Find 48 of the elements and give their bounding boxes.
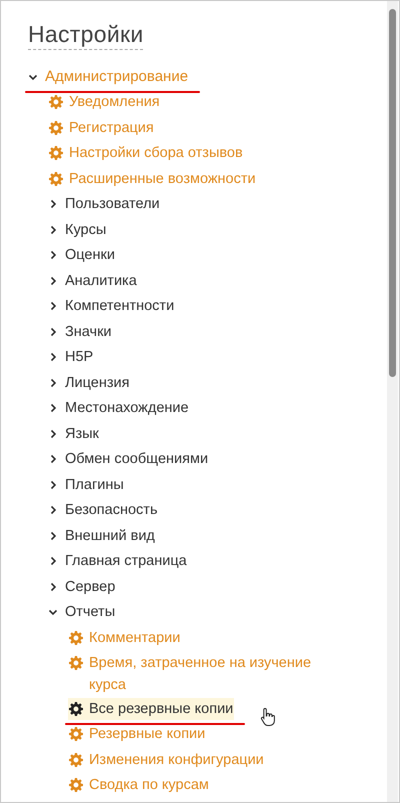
gear-icon bbox=[69, 656, 83, 670]
panel-title: Настройки bbox=[28, 21, 144, 50]
tree-item[interactable]: Значки bbox=[65, 320, 112, 343]
chevron-right-icon[interactable] bbox=[48, 556, 58, 566]
hand-cursor-icon bbox=[260, 707, 276, 728]
tree-item[interactable]: Отчеты bbox=[65, 601, 116, 624]
gear-icon bbox=[69, 752, 83, 767]
chevron-right-icon[interactable] bbox=[48, 301, 58, 312]
gear-icon bbox=[49, 95, 63, 110]
gear-icon bbox=[49, 120, 63, 135]
chevron-right-icon[interactable] bbox=[48, 505, 58, 516]
tree-item[interactable]: Компетентности bbox=[65, 295, 174, 318]
chevron-right-icon[interactable] bbox=[48, 378, 58, 388]
gear-icon bbox=[69, 727, 83, 742]
tree-item[interactable]: Обмен сообщениями bbox=[65, 448, 208, 470]
gear-icon bbox=[49, 172, 63, 186]
tree-item[interactable]: Безопасность bbox=[65, 499, 158, 522]
tree-item[interactable]: Внешний вид bbox=[65, 524, 155, 547]
gear-icon bbox=[69, 702, 83, 716]
tree-item[interactable]: Аналитика bbox=[65, 270, 137, 292]
chevron-right-icon[interactable] bbox=[48, 428, 58, 439]
menu-link[interactable]: Все резервные копии bbox=[68, 698, 234, 720]
scrollbar-thumb[interactable] bbox=[389, 9, 396, 377]
chevron-right-icon[interactable] bbox=[48, 530, 58, 541]
tree-item[interactable]: Курсы bbox=[65, 218, 106, 241]
tree-item[interactable]: Пользователи bbox=[65, 193, 160, 216]
tree-item[interactable]: Оценки bbox=[65, 244, 115, 266]
tree-item[interactable]: Лицензия bbox=[65, 372, 130, 394]
gear-icon bbox=[69, 778, 83, 792]
chevron-right-icon[interactable] bbox=[48, 403, 58, 414]
tree-item[interactable]: Местонахождение bbox=[65, 397, 189, 420]
tree-item[interactable]: Сервер bbox=[65, 576, 116, 598]
chevron-right-icon[interactable] bbox=[48, 480, 58, 490]
chevron-right-icon[interactable] bbox=[48, 199, 58, 210]
chevron-right-icon[interactable] bbox=[48, 326, 58, 337]
tree-item[interactable]: Главная страница bbox=[65, 550, 187, 572]
chevron-down-icon[interactable] bbox=[48, 607, 58, 618]
chevron-right-icon[interactable] bbox=[48, 454, 58, 464]
chevron-right-icon[interactable] bbox=[48, 250, 58, 260]
chevron-right-icon[interactable] bbox=[48, 224, 58, 235]
gear-icon bbox=[69, 630, 83, 645]
chevron-right-icon[interactable] bbox=[48, 352, 58, 362]
gear-icon bbox=[49, 146, 63, 160]
tree-item[interactable]: Язык bbox=[65, 422, 99, 445]
tree-item[interactable]: H5P bbox=[65, 346, 94, 368]
chevron-right-icon[interactable] bbox=[48, 582, 58, 592]
tree-item[interactable]: Плагины bbox=[65, 474, 124, 496]
chevron-right-icon[interactable] bbox=[48, 276, 58, 286]
